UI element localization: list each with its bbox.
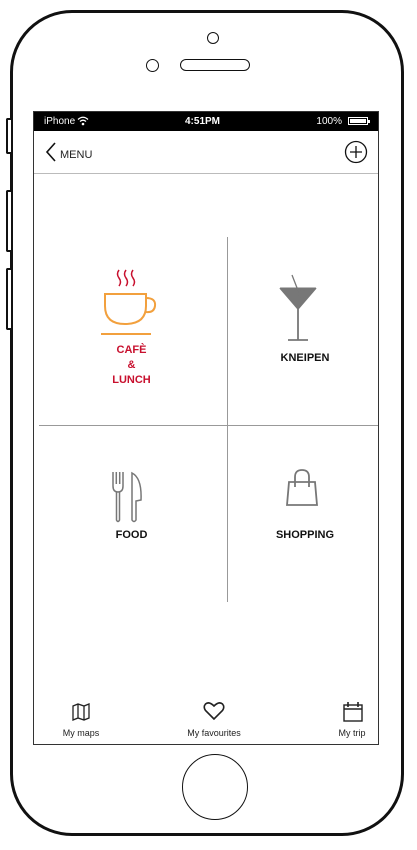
tab-my-trip[interactable]: My trip	[322, 700, 378, 744]
map-icon	[72, 703, 90, 721]
battery-icon	[348, 117, 370, 125]
tile-label-cafe-line2: &	[127, 359, 136, 371]
tile-shopping[interactable]: SHOPPING	[230, 430, 378, 600]
screen: iPhone 4:51PM 100% MENU CAFÈ & LUNCH KNE…	[33, 111, 379, 745]
status-bar: iPhone 4:51PM 100%	[34, 112, 378, 131]
cocktail-glass-icon	[279, 274, 317, 341]
clock: 4:51PM	[185, 116, 221, 127]
tile-label-food: FOOD	[115, 529, 148, 541]
grid-divider-vertical	[227, 237, 228, 602]
front-camera	[207, 32, 219, 44]
tab-my-favourites[interactable]: My favourites	[174, 700, 254, 744]
tile-label-kneipen: KNEIPEN	[280, 352, 330, 364]
tile-kneipen[interactable]: KNEIPEN	[230, 242, 378, 417]
carrier-label: iPhone	[44, 116, 76, 127]
grid-divider-horizontal	[39, 425, 378, 426]
tab-label-my-maps: My maps	[62, 728, 100, 738]
heart-icon	[203, 702, 225, 721]
battery-percent: 100%	[316, 116, 342, 127]
tile-label-cafe-line1: CAFÈ	[116, 344, 147, 356]
tile-label-shopping: SHOPPING	[275, 529, 335, 541]
calendar-icon	[343, 702, 363, 722]
volume-up-button	[6, 190, 11, 252]
tile-label-cafe-line3: LUNCH	[112, 374, 151, 386]
chevron-left-icon[interactable]	[44, 141, 58, 163]
shopping-bag-icon	[286, 469, 318, 506]
add-circle-icon[interactable]	[344, 140, 368, 164]
tile-cafe-lunch[interactable]: CAFÈ & LUNCH	[44, 242, 219, 417]
fork-knife-icon	[112, 471, 142, 523]
tab-label-my-favourites: My favourites	[187, 728, 241, 738]
volume-down-button	[6, 268, 11, 330]
battery-level	[350, 119, 366, 123]
mute-switch	[6, 118, 11, 154]
tab-bar: My maps My favourites My trip	[34, 700, 378, 744]
tile-label-cafe: CAFÈ & LUNCH	[44, 343, 219, 388]
tile-food[interactable]: FOOD	[44, 430, 219, 600]
tab-label-my-trip: My trip	[338, 728, 366, 738]
proximity-sensor	[146, 59, 159, 72]
tab-my-maps[interactable]: My maps	[46, 700, 116, 744]
back-button-label[interactable]: MENU	[60, 149, 92, 161]
nav-bar: MENU	[34, 131, 378, 174]
wifi-icon	[77, 116, 89, 126]
earpiece-speaker	[180, 59, 250, 71]
coffee-cup-icon	[101, 269, 157, 335]
home-button[interactable]	[182, 754, 248, 820]
